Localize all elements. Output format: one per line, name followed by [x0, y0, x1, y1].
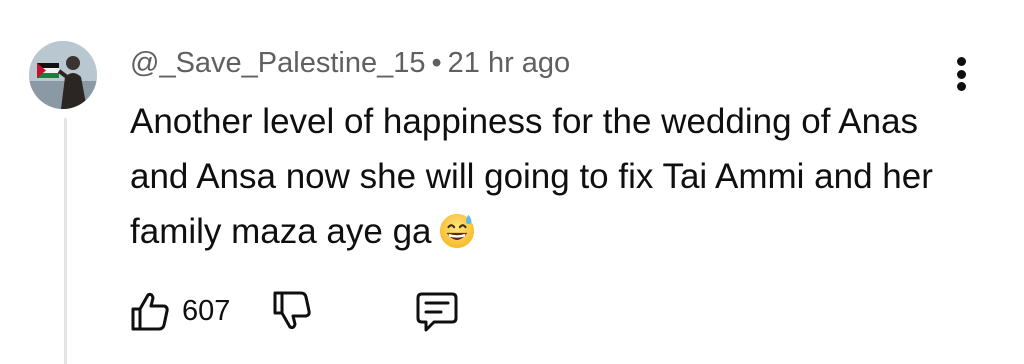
more-options-button[interactable]: [944, 54, 978, 94]
avatar[interactable]: [29, 41, 97, 109]
comment-card: @_Save_Palestine_15 • 21 hr ago Another le…: [0, 0, 1024, 364]
grinning-face-with-sweat-icon: [439, 213, 474, 249]
comment-text-container: Another level of happiness for the weddi…: [130, 94, 950, 259]
meta-separator: •: [431, 47, 442, 79]
thumbs-down-icon: [273, 291, 312, 330]
vertical-ellipsis-icon: [956, 57, 966, 66]
comment-meta: @_Save_Palestine_15 • 21 hr ago: [130, 45, 570, 81]
reply-button[interactable]: [414, 288, 460, 334]
ellipsis-dot: [956, 69, 966, 79]
timestamp[interactable]: 21 hr ago: [448, 47, 571, 79]
comment-text: Another level of happiness for the weddi…: [130, 102, 933, 251]
avatar-image: [29, 41, 97, 109]
comment-actions: 607: [128, 286, 460, 336]
author-handle[interactable]: @_Save_Palestine_15: [130, 47, 425, 79]
comment-icon: [416, 292, 458, 332]
thread-line: [64, 118, 67, 364]
dislike-button[interactable]: [270, 289, 314, 333]
ellipsis-dot: [956, 82, 966, 91]
thumbs-up-icon: [131, 292, 169, 331]
like-button[interactable]: 607: [128, 289, 270, 333]
like-count: 607: [182, 294, 231, 327]
